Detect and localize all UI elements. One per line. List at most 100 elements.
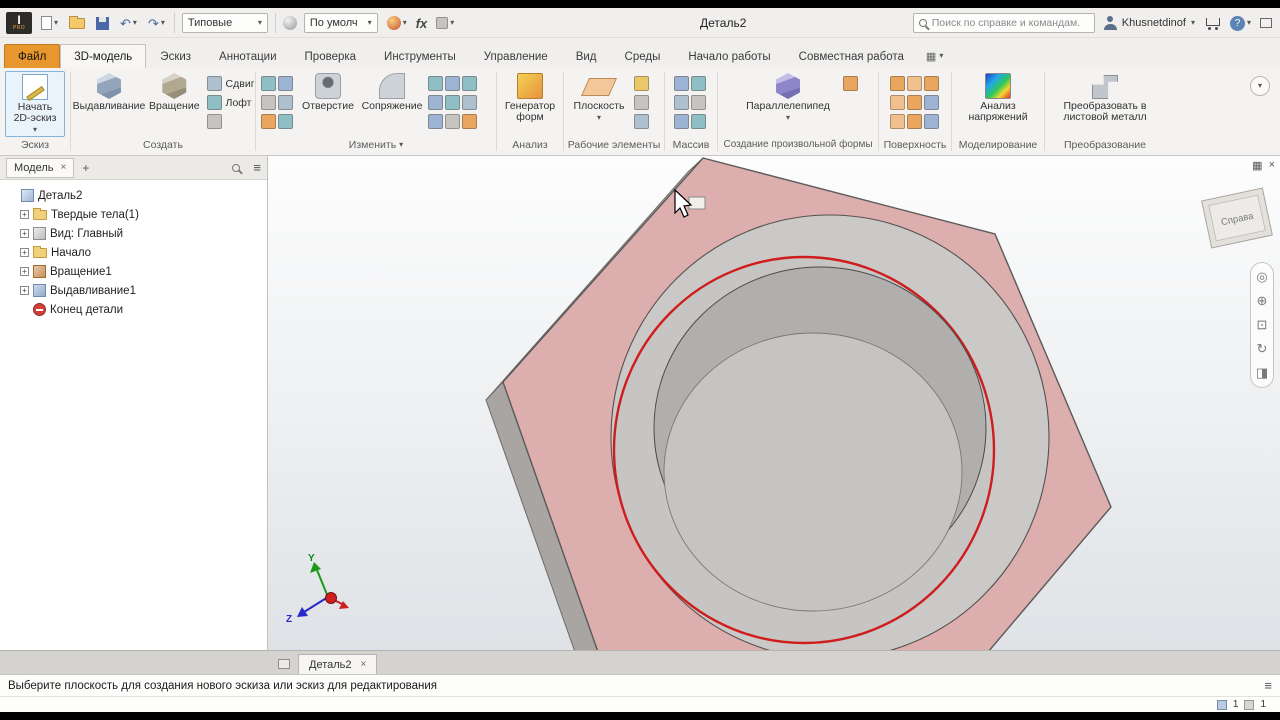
expander-icon[interactable]: + xyxy=(20,229,29,238)
panel-label-simulation[interactable]: Моделирование xyxy=(952,136,1044,153)
preset-dropdown[interactable]: Типовые ▾ xyxy=(181,13,268,33)
tab-environments[interactable]: Среды xyxy=(611,44,675,68)
tree-item-end-of-part[interactable]: Конец детали xyxy=(4,300,263,319)
replace-face-icon[interactable] xyxy=(923,95,939,110)
orbit-icon[interactable]: ↻ xyxy=(1257,342,1268,356)
parameters-button[interactable]: fx xyxy=(416,16,428,31)
tab-collaborate[interactable]: Совместная работа xyxy=(785,44,918,68)
boundary-patch-icon[interactable] xyxy=(923,114,939,129)
status-menu-icon[interactable]: ≡ xyxy=(1264,678,1272,693)
expander-icon[interactable]: + xyxy=(20,267,29,276)
decal-icon[interactable] xyxy=(261,95,276,110)
new-file-button[interactable]: ▾ xyxy=(39,14,60,32)
open-button[interactable] xyxy=(67,15,87,31)
thicken-icon[interactable] xyxy=(428,114,443,129)
sculpt-icon[interactable] xyxy=(906,95,922,110)
split-icon[interactable] xyxy=(445,95,460,110)
panel-label-work-features[interactable]: Рабочие элементы xyxy=(564,136,664,153)
tree-item-part-root[interactable]: Деталь2 xyxy=(4,186,263,205)
tab-tools[interactable]: Инструменты xyxy=(370,44,470,68)
freeform-edit-icon[interactable] xyxy=(843,76,858,91)
move-bodies-icon[interactable] xyxy=(462,114,477,129)
tab-manage[interactable]: Управление xyxy=(470,44,562,68)
sketch-pattern-icon[interactable] xyxy=(691,95,706,110)
ucs-icon[interactable] xyxy=(634,114,649,129)
hole-button[interactable]: Отверстие xyxy=(300,71,356,114)
tree-item-origin[interactable]: + Начало xyxy=(4,243,263,262)
measure-button[interactable]: ▾ xyxy=(434,15,456,31)
stitch-icon[interactable] xyxy=(889,76,905,91)
tab-sketch[interactable]: Эскиз xyxy=(146,44,205,68)
undo-button[interactable]: ↶ ▾ xyxy=(118,15,139,32)
panel-label-convert[interactable]: Преобразование xyxy=(1045,136,1165,153)
panel-label-modify[interactable]: Изменить ▾ xyxy=(256,136,496,153)
tab-get-started[interactable]: Начало работы xyxy=(674,44,784,68)
expander-icon[interactable]: + xyxy=(20,286,29,295)
delete-face-icon[interactable] xyxy=(445,114,460,129)
rectangular-pattern-icon[interactable] xyxy=(674,76,689,91)
browser-tab-model[interactable]: Модель × xyxy=(6,157,75,178)
unwrap-icon[interactable] xyxy=(278,114,293,129)
canvas-close-icon[interactable]: × xyxy=(1269,159,1275,172)
document-tab[interactable]: Деталь2 × xyxy=(298,654,378,674)
stress-analysis-button[interactable]: Анализ напряжений xyxy=(958,71,1038,125)
coil-button[interactable] xyxy=(206,114,255,129)
material-dropdown[interactable]: По умолч ▾ xyxy=(303,13,378,33)
combine-icon[interactable] xyxy=(462,95,477,110)
pattern-along-curve-icon[interactable] xyxy=(674,114,689,129)
close-icon[interactable]: × xyxy=(60,162,66,173)
patch-icon[interactable] xyxy=(906,76,922,91)
browser-search-icon[interactable] xyxy=(232,163,241,172)
fillet-button[interactable]: Сопряжение xyxy=(361,71,423,114)
panel-label-explore[interactable]: Анализ xyxy=(497,136,563,153)
expander-icon[interactable]: + xyxy=(20,210,29,219)
app-store-cart-icon[interactable] xyxy=(1204,16,1221,30)
redo-button[interactable]: ↷ ▾ xyxy=(146,15,167,32)
revolve-button[interactable]: Вращение xyxy=(147,71,202,114)
import-icon[interactable] xyxy=(261,114,276,129)
tab-annotate[interactable]: Аннотации xyxy=(205,44,290,68)
panel-label-pattern[interactable]: Массив xyxy=(665,136,717,153)
freeform-box-button[interactable]: Параллелепипед ▾ xyxy=(738,71,838,124)
axis-icon[interactable] xyxy=(634,76,649,91)
search-input[interactable] xyxy=(931,17,1094,29)
help-button[interactable]: ? ▾ xyxy=(1229,15,1251,31)
model-viewport[interactable]: Справа Y Z ▦ × ◎ ⊕ ⊡ ↻ ◨ xyxy=(268,156,1280,650)
ribbon-display-button[interactable]: ▦ ▾ xyxy=(918,44,951,68)
panel-label-freeform[interactable]: Создание произвольной формы xyxy=(718,136,878,153)
expander-icon[interactable]: + xyxy=(20,248,29,257)
save-button[interactable] xyxy=(94,15,111,32)
plane-button[interactable]: Плоскость ▾ xyxy=(569,71,629,124)
appearance-dropdown[interactable]: ▾ xyxy=(385,14,409,32)
document-list-icon[interactable] xyxy=(278,659,290,669)
panel-label-create[interactable]: Создать xyxy=(71,136,255,153)
inventor-logo[interactable]: I PRO xyxy=(6,12,32,34)
add-browser-tab-button[interactable]: + xyxy=(82,161,89,175)
browser-menu-icon[interactable]: ≡ xyxy=(253,160,261,175)
start-2d-sketch-button[interactable]: Начать 2D-эскиз ▾ xyxy=(5,71,65,137)
look-at-icon[interactable]: ◨ xyxy=(1256,366,1268,380)
tab-file[interactable]: Файл xyxy=(4,44,61,68)
extrude-button[interactable]: Выдавливание xyxy=(73,71,145,114)
canvas-split-icon[interactable]: ▦ xyxy=(1252,159,1262,172)
trim-surface-icon[interactable] xyxy=(923,76,939,91)
draft-icon[interactable] xyxy=(462,76,477,91)
close-icon[interactable]: × xyxy=(361,659,367,670)
circular-pattern-icon[interactable] xyxy=(691,76,706,91)
user-menu[interactable]: Khusnetdinof ▾ xyxy=(1103,16,1195,30)
chamfer-icon[interactable] xyxy=(428,76,443,91)
tree-item-solid-bodies[interactable]: + Твердые тела(1) xyxy=(4,205,263,224)
viewcube[interactable]: Справа xyxy=(1201,187,1273,249)
shape-generator-button[interactable]: Генератор форм xyxy=(502,71,558,125)
extend-surface-icon[interactable] xyxy=(889,95,905,110)
loft-button[interactable]: Лофт xyxy=(206,95,255,110)
panel-label-sketch[interactable]: Эскиз xyxy=(0,136,70,153)
sweep-button[interactable]: Сдвиг xyxy=(206,76,255,91)
delete-surface-icon[interactable] xyxy=(889,114,905,129)
panel-toggle-icon[interactable] xyxy=(1260,18,1272,28)
derive-icon[interactable] xyxy=(278,95,293,110)
emboss-icon[interactable] xyxy=(278,76,293,91)
bore-bottom-face[interactable] xyxy=(663,332,963,612)
zoom-icon[interactable]: ⊡ xyxy=(1257,318,1268,332)
tree-item-extrusion1[interactable]: + Выдавливание1 xyxy=(4,281,263,300)
